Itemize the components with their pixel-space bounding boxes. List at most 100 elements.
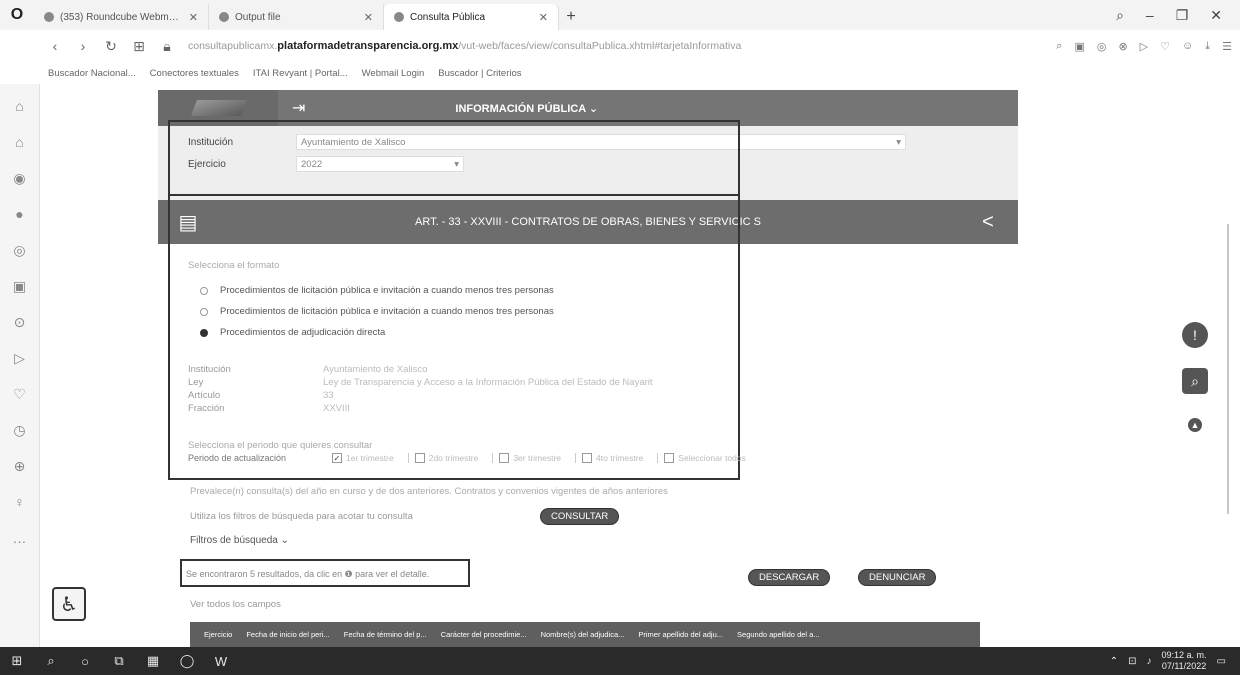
download-icon[interactable]: ⤓ xyxy=(1205,40,1210,53)
new-tab-button[interactable]: + xyxy=(559,4,583,30)
radio-button[interactable] xyxy=(200,307,208,316)
heart-icon[interactable]: ♡ xyxy=(1160,40,1170,53)
clock[interactable]: 09:12 a. m. 07/11/2022 xyxy=(1162,650,1207,672)
close-tab-icon[interactable]: ✕ xyxy=(364,11,373,24)
chevron-up-icon[interactable]: ⌃ xyxy=(1110,656,1118,667)
bookmark-item[interactable]: Webmail Login xyxy=(362,68,425,79)
accessibility-icon[interactable]: ♿︎ xyxy=(52,587,86,621)
tab-roundcube[interactable]: (353) Roundcube Webmail... ✕ xyxy=(34,4,209,30)
windows-start-icon[interactable]: ⊞ xyxy=(0,653,34,669)
search-icon[interactable]: ⌕ xyxy=(1056,40,1062,53)
task-view-icon[interactable]: ⧉ xyxy=(102,653,136,669)
login-icon[interactable]: ⇥ xyxy=(292,98,305,118)
checkbox[interactable] xyxy=(664,453,675,463)
all-fields-link[interactable]: Ver todos los campos xyxy=(190,599,281,610)
radio-button-selected[interactable] xyxy=(200,328,208,337)
bookmark-item[interactable]: ITAI Revyant | Portal... xyxy=(253,68,348,79)
back-icon[interactable]: ‹ xyxy=(48,38,62,54)
alert-button[interactable]: ! xyxy=(1180,322,1210,348)
close-window-icon[interactable]: ✕ xyxy=(1210,7,1222,24)
url-prefix: consultapublicamx. xyxy=(188,40,278,52)
player-icon[interactable]: ▷ xyxy=(0,340,40,376)
browser-icon[interactable]: ◯ xyxy=(170,653,204,669)
checkbox[interactable] xyxy=(414,453,425,463)
scrollbar[interactable] xyxy=(1227,224,1229,514)
column-header[interactable]: Nombre(s) del adjudica... xyxy=(541,630,625,639)
column-header[interactable]: Carácter del procedimie... xyxy=(441,630,527,639)
extensions-icon[interactable]: ⊕ xyxy=(0,448,40,484)
reload-icon[interactable]: ↻ xyxy=(104,38,118,55)
instagram-icon[interactable]: ▣ xyxy=(0,268,40,304)
bookmark-item[interactable]: Buscador Nacional... xyxy=(48,68,136,79)
column-header[interactable]: Primer apellido del adju... xyxy=(638,630,723,639)
filters-toggle[interactable]: Filtros de búsqueda ⌄ xyxy=(190,535,289,546)
tab-output-file[interactable]: Output file ✕ xyxy=(209,4,384,30)
word-icon[interactable]: W xyxy=(204,654,238,669)
cortana-icon[interactable]: ○ xyxy=(68,654,102,669)
circle-app-icon[interactable]: ● xyxy=(0,196,40,232)
archive-note: Prevalece(n) consulta(s) del año en curs… xyxy=(190,486,668,497)
period-option[interactable]: 4to trimestre xyxy=(575,453,649,463)
bookmark-item[interactable]: Conectores textuales xyxy=(150,68,239,79)
scroll-top-button[interactable]: ▲ xyxy=(1180,418,1210,432)
whatsapp-icon[interactable]: ◎ xyxy=(0,232,40,268)
column-header[interactable]: Segundo apellido del a... xyxy=(737,630,820,639)
volume-icon[interactable]: ♪ xyxy=(1147,656,1152,667)
address-bar: ‹ › ↻ ⊞ 🔒︎ consultapublicamx.plataformad… xyxy=(40,30,1240,62)
file-explorer-icon[interactable]: ▦ xyxy=(136,653,170,669)
download-button[interactable]: DESCARGAR xyxy=(748,569,831,586)
browser-logo-icon[interactable]: O xyxy=(0,0,34,30)
bookmark-item[interactable]: Buscador | Criterios xyxy=(438,68,521,79)
globe-icon xyxy=(219,12,229,22)
search-icon[interactable]: ⌕ xyxy=(34,653,68,669)
messenger-icon[interactable]: ◉ xyxy=(0,160,40,196)
column-header[interactable]: Ejercicio xyxy=(204,630,232,639)
column-header[interactable]: Fecha de inicio del peri... xyxy=(246,630,329,639)
vpn-icon[interactable]: ⊗ xyxy=(1118,40,1127,53)
speed-dial-icon[interactable]: ⊞ xyxy=(132,38,146,55)
column-header[interactable]: Fecha de término del p... xyxy=(344,630,427,639)
tab-consulta-publica[interactable]: Consulta Pública ✕ xyxy=(384,4,559,30)
archive-note-text: Prevalece(n) consulta(s) del año en curs… xyxy=(190,486,668,497)
consult-button[interactable]: CONSULTAR xyxy=(540,508,620,525)
checkbox[interactable] xyxy=(499,453,510,463)
share-icon[interactable]: < xyxy=(958,211,1018,234)
music-icon[interactable]: ⊙ xyxy=(0,304,40,340)
period-option[interactable]: Seleccionar todos xyxy=(657,453,752,463)
period-option[interactable]: ✓ 1er trimestre xyxy=(326,453,400,463)
format-option[interactable]: Procedimientos de licitación pública e i… xyxy=(200,301,554,322)
snapshot-icon[interactable]: ▣ xyxy=(1074,40,1084,53)
heart-icon[interactable]: ♡ xyxy=(0,376,40,412)
close-tab-icon[interactable]: ✕ xyxy=(189,11,198,24)
banner-title[interactable]: INFORMACIÓN PÚBLICA ⌄ xyxy=(455,102,598,115)
period-option[interactable]: 3er trimestre xyxy=(492,453,567,463)
report-button[interactable]: DENUNCIAR xyxy=(858,569,937,586)
restore-icon[interactable]: ❐ xyxy=(1176,7,1189,24)
period-prompt: Selecciona el periodo que quieres consul… xyxy=(188,440,373,451)
format-options: Procedimientos de licitación pública e i… xyxy=(200,280,554,343)
period-option[interactable]: 2do trimestre xyxy=(407,453,485,463)
url-field[interactable]: consultapublicamx.plataformadetransparen… xyxy=(188,40,1042,52)
history-icon[interactable]: ◷ xyxy=(0,412,40,448)
chevron-down-icon: ▾ xyxy=(896,136,901,148)
menu-icon[interactable]: ☰ xyxy=(1222,40,1232,53)
forward-icon[interactable]: › xyxy=(76,38,90,54)
lightbulb-icon[interactable]: ♀ xyxy=(0,484,40,520)
close-tab-icon[interactable]: ✕ xyxy=(539,11,548,24)
player-icon[interactable]: ▷ xyxy=(1140,40,1148,53)
checkbox-checked[interactable]: ✓ xyxy=(332,453,342,463)
format-option[interactable]: Procedimientos de adjudicación directa xyxy=(200,322,554,343)
radio-button[interactable] xyxy=(200,286,208,295)
account-icon[interactable]: ☺ xyxy=(1182,40,1193,53)
checkbox[interactable] xyxy=(582,453,593,463)
notifications-icon[interactable]: ▭ xyxy=(1217,656,1226,667)
minimize-icon[interactable]: – xyxy=(1146,7,1154,23)
camera-icon[interactable]: ◎ xyxy=(1097,40,1107,53)
more-icon[interactable]: … xyxy=(0,520,40,556)
format-option[interactable]: Procedimientos de licitación pública e i… xyxy=(200,280,554,301)
house-icon[interactable]: ⌂ xyxy=(0,124,40,160)
network-icon[interactable]: ⊡ xyxy=(1128,656,1136,667)
search-icon[interactable]: ⌕ xyxy=(1116,7,1124,24)
home-icon[interactable]: ⌂ xyxy=(0,88,40,124)
search-tool-button[interactable]: ⌕ xyxy=(1180,368,1210,394)
